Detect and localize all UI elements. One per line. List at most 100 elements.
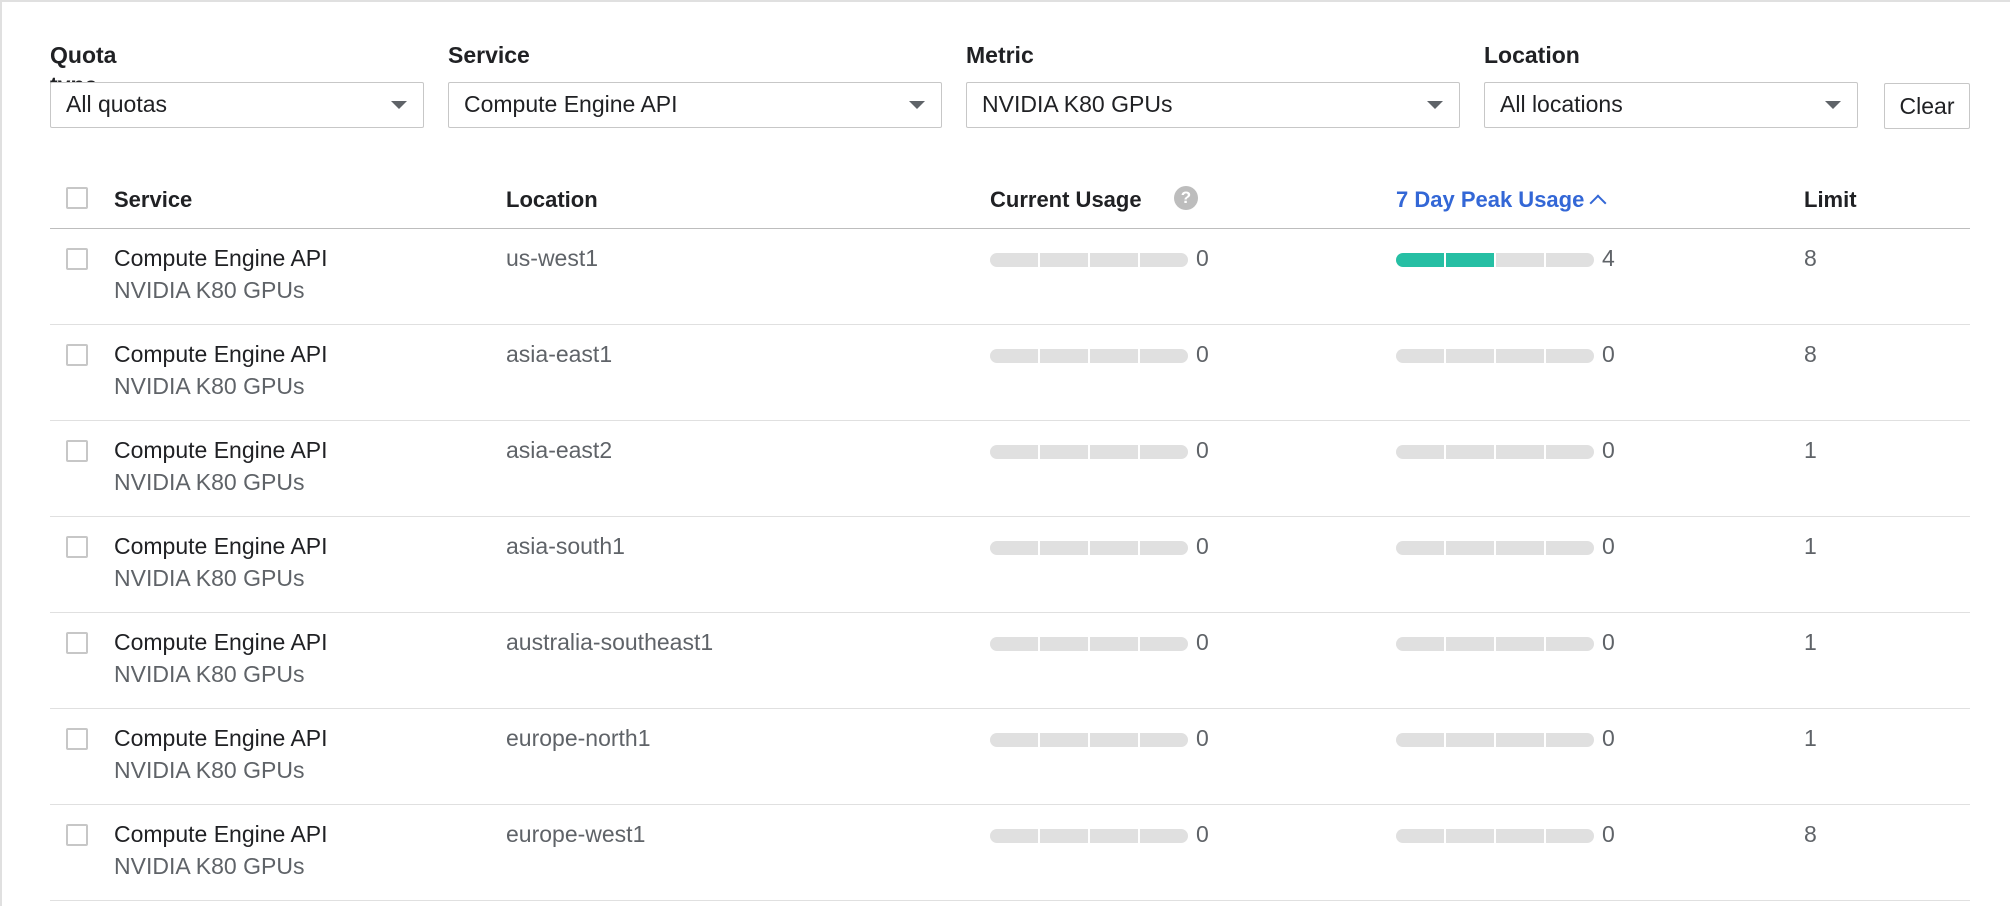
current-usage-value: 0 [1196,245,1209,271]
bar-segment [990,733,1038,747]
table-header: Service Location Current Usage ? 7 Day P… [50,178,1970,229]
bar-segment [990,637,1038,651]
peak-usage-value: 0 [1602,725,1615,751]
bar-segment [1496,541,1544,555]
bar-segment [1140,541,1188,555]
select-value: Compute Engine API [464,91,678,117]
bar-segment [1496,349,1544,363]
bar-segment [1396,445,1444,459]
bar-segment [1446,829,1494,843]
location-select[interactable]: All locations [1484,82,1858,128]
bar-segment [1040,637,1088,651]
column-header-label: 7 Day Peak Usage [1396,187,1585,212]
column-header-limit[interactable]: Limit [1804,188,1857,212]
metric-name: NVIDIA K80 GPUs [114,853,305,879]
filter-label: Location [1484,42,1580,68]
peak-usage-bar [1396,349,1594,363]
row-checkbox[interactable] [66,344,88,366]
row-checkbox[interactable] [66,536,88,558]
column-header-location[interactable]: Location [506,188,598,212]
bar-segment [1546,349,1594,363]
current-usage-bar [990,541,1188,555]
bar-segment [1040,733,1088,747]
table-row: Compute Engine API NVIDIA K80 GPUs europe-… [50,709,1970,805]
bar-segment [1496,733,1544,747]
service-select[interactable]: Compute Engine API [448,82,942,128]
filter-label: Metric [966,42,1034,68]
filter-service: Service Compute Engine API [448,40,942,128]
bar-segment [1446,733,1494,747]
table-row: Compute Engine API NVIDIA K80 GPUs asia-so… [50,517,1970,613]
metric-name: NVIDIA K80 GPUs [114,757,305,783]
bar-segment [1496,253,1544,267]
current-usage-value: 0 [1196,725,1209,751]
bar-segment [1396,541,1444,555]
location-value: us-west1 [506,245,599,271]
limit-value: 1 [1804,437,1817,463]
bar-segment [1496,445,1544,459]
bar-segment [1446,445,1494,459]
column-header-current-usage[interactable]: Current Usage [990,188,1142,212]
bar-segment [1090,541,1138,555]
column-header-service[interactable]: Service [114,188,192,212]
current-usage-bar [990,349,1188,363]
bar-segment [1396,733,1444,747]
table-row: Compute Engine API NVIDIA K80 GPUs europe-… [50,805,1970,901]
current-usage-bar [990,637,1188,651]
filter-label: Quota type [50,42,117,98]
service-name: Compute Engine API [114,245,328,271]
bar-segment [1546,541,1594,555]
column-header-peak-usage[interactable]: 7 Day Peak Usage [1396,187,1607,212]
row-checkbox[interactable] [66,824,88,846]
service-name: Compute Engine API [114,629,328,655]
peak-usage-bar [1396,637,1594,651]
table-row: Compute Engine API NVIDIA K80 GPUs austral… [50,613,1970,709]
limit-value: 8 [1804,245,1817,271]
bar-segment [1090,445,1138,459]
row-checkbox[interactable] [66,440,88,462]
current-usage-bar [990,829,1188,843]
help-icon[interactable]: ? [1174,186,1198,210]
row-checkbox[interactable] [66,248,88,270]
service-name: Compute Engine API [114,437,328,463]
peak-usage-bar [1396,829,1594,843]
dropdown-caret-icon [909,101,925,109]
peak-usage-value: 0 [1602,341,1615,367]
bar-segment [990,253,1038,267]
dropdown-caret-icon [1825,101,1841,109]
bar-segment [990,829,1038,843]
metric-name: NVIDIA K80 GPUs [114,661,305,687]
row-checkbox[interactable] [66,728,88,750]
bar-segment [1446,349,1494,363]
bar-segment [1396,637,1444,651]
filter-label: Service [448,42,530,68]
table-body: Compute Engine API NVIDIA K80 GPUs us-west… [50,229,1970,901]
bar-segment [1090,733,1138,747]
current-usage-bar [990,445,1188,459]
location-value: europe-west1 [506,821,646,847]
service-name: Compute Engine API [114,821,328,847]
service-name: Compute Engine API [114,725,328,751]
peak-usage-value: 0 [1602,821,1615,847]
peak-usage-bar [1396,445,1594,459]
metric-name: NVIDIA K80 GPUs [114,373,305,399]
peak-usage-bar [1396,541,1594,555]
bar-segment [990,541,1038,555]
table-row: Compute Engine API NVIDIA K80 GPUs asia-ea… [50,325,1970,421]
bar-segment [1040,541,1088,555]
current-usage-value: 0 [1196,437,1209,463]
select-all-checkbox[interactable] [66,187,88,209]
table-row: Compute Engine API NVIDIA K80 GPUs us-west… [50,229,1970,325]
metric-select[interactable]: NVIDIA K80 GPUs [966,82,1460,128]
dropdown-caret-icon [1427,101,1443,109]
bar-segment [1396,253,1444,267]
quota-type-select[interactable]: All quotas [50,82,424,128]
clear-filters-button[interactable]: Clear [1884,83,1970,129]
bar-segment [1140,733,1188,747]
bar-segment [1090,829,1138,843]
current-usage-bar [990,733,1188,747]
row-checkbox[interactable] [66,632,88,654]
location-value: asia-south1 [506,533,625,559]
location-value: asia-east1 [506,341,613,367]
peak-usage-bar [1396,253,1594,267]
